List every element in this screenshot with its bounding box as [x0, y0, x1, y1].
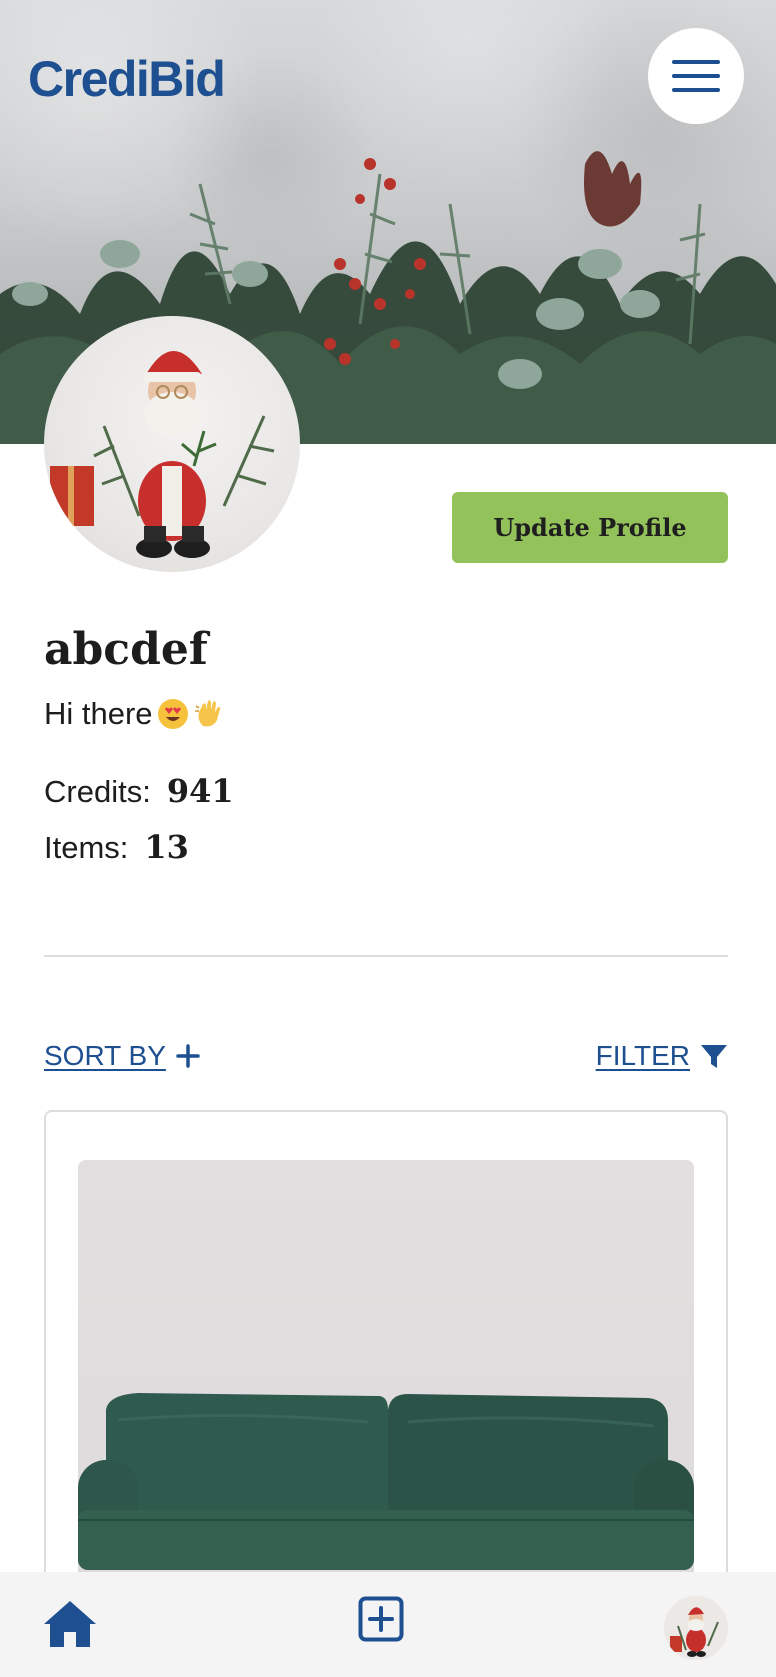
santa-figure-image [50, 350, 275, 558]
funnel-icon [701, 1045, 727, 1068]
plus-icon [176, 1044, 200, 1068]
items-label: Items: [44, 830, 129, 865]
profile-page: CrediBid Update Profile abcdef Hi there … [0, 0, 776, 1677]
divider [44, 955, 728, 957]
sort-by-button[interactable]: SORT BY [44, 1040, 200, 1072]
waving-hand-emoji-icon [193, 698, 225, 730]
update-profile-button[interactable]: Update Profile [452, 492, 728, 563]
profile-avatar [44, 316, 300, 572]
avatar [664, 1596, 728, 1660]
nav-add-item[interactable] [358, 1596, 404, 1647]
filter-label: FILTER [595, 1040, 690, 1071]
plus-square-icon [358, 1596, 404, 1642]
items-value: 13 [144, 828, 189, 866]
username: abcdef [44, 624, 208, 675]
heart-eyes-emoji-icon [157, 698, 189, 730]
nav-profile-avatar[interactable] [664, 1596, 728, 1660]
credits-stat: Credits: 941 [44, 772, 234, 810]
items-stat: Items: 13 [44, 828, 189, 866]
nav-home[interactable] [42, 1598, 98, 1655]
bio: Hi there [44, 696, 225, 732]
credits-value: 941 [166, 772, 234, 810]
filter-button[interactable]: FILTER [596, 1040, 728, 1072]
bio-text: Hi there [44, 696, 153, 731]
home-icon [44, 1601, 96, 1647]
sort-by-label: SORT BY [44, 1040, 166, 1071]
credits-label: Credits: [44, 774, 151, 809]
app-logo[interactable]: CrediBid [28, 50, 226, 108]
hamburger-menu-icon [672, 60, 720, 64]
menu-button[interactable] [648, 28, 744, 124]
bottom-navigation [0, 1572, 776, 1677]
